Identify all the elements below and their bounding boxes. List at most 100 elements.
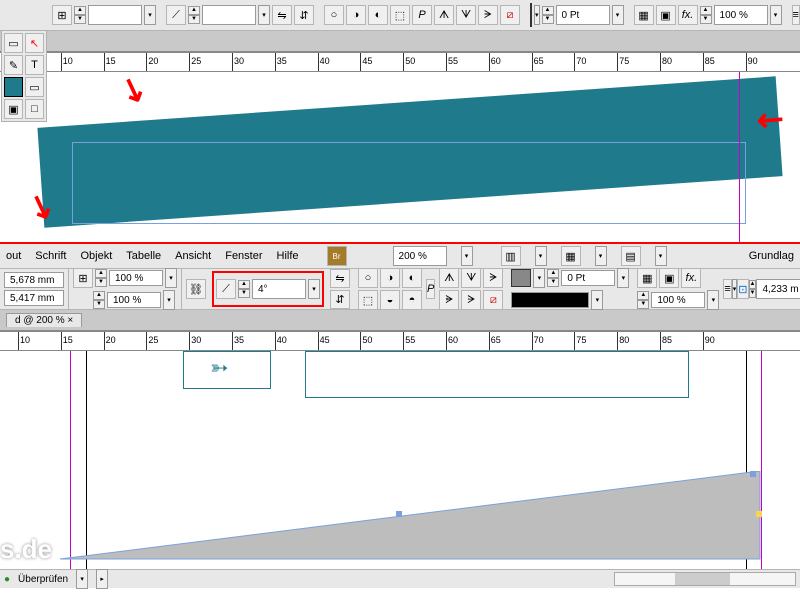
flip-h-icon[interactable]: ⇋ <box>272 5 292 25</box>
arrange-b-3[interactable]: ᗒ <box>483 268 503 288</box>
arrange-b-2[interactable]: ᗐ <box>461 268 481 288</box>
x-field[interactable] <box>88 5 142 25</box>
chain-icon[interactable]: ⛓ <box>186 279 206 299</box>
type-tool-icon[interactable]: T <box>25 55 44 75</box>
effects-icon-1[interactable]: ▦ <box>634 5 654 25</box>
menu-fenster[interactable]: Fenster <box>225 250 262 262</box>
arrange-icon-3[interactable]: ᗒ <box>478 5 498 25</box>
arrange-docs-icon[interactable]: ▦ <box>561 246 581 266</box>
menu-hilfe[interactable]: Hilfe <box>277 250 299 262</box>
ref-point-icon[interactable]: ⊞ <box>52 5 72 25</box>
opacity-field[interactable] <box>714 5 768 25</box>
stroke-style-field[interactable] <box>511 292 589 308</box>
fx-b-2[interactable]: ▣ <box>659 268 679 288</box>
wrap-b-4[interactable]: ⬚ <box>358 290 378 310</box>
wrap-b-5[interactable]: ◒ <box>380 290 400 310</box>
flip-h-icon-2[interactable]: ⇋ <box>330 269 350 288</box>
stroke-stepper-2[interactable]: ▲▼ <box>547 269 559 287</box>
scale-v-dd[interactable]: ▾ <box>163 290 175 310</box>
menu-objekt[interactable]: Objekt <box>80 250 112 262</box>
container-mode-icon[interactable]: ▣ <box>4 99 23 119</box>
swatch-tool-2[interactable]: ▭ <box>25 77 44 97</box>
arrange-icon-1[interactable]: ᗑ <box>434 5 454 25</box>
horizontal-scrollbar[interactable] <box>614 572 796 586</box>
opacity-dropdown[interactable]: ▾ <box>770 5 782 25</box>
text-frame-icon[interactable]: P <box>412 5 432 25</box>
arrange-b-1[interactable]: ᗑ <box>439 268 459 288</box>
document-tab[interactable]: d @ 200 % × <box>6 313 82 327</box>
fx-icon[interactable]: fx. <box>678 5 698 25</box>
text-frame-outline[interactable] <box>72 142 746 224</box>
no-fill-icon-2[interactable]: ⧄ <box>483 290 503 310</box>
stroke-stepper[interactable]: ▲▼ <box>542 6 554 24</box>
fill-dd-2[interactable]: ▾ <box>533 268 545 288</box>
scale-h-dd[interactable]: ▾ <box>165 268 177 288</box>
opacity-field-2[interactable] <box>651 292 705 308</box>
preflight-label[interactable]: Überprüfen <box>18 574 68 585</box>
opacity-dd-2[interactable]: ▾ <box>707 290 719 310</box>
stroke-dd-2[interactable]: ▾ <box>617 268 629 288</box>
zoom-dropdown[interactable]: ▾ <box>461 246 473 266</box>
page-nav-dropdown[interactable]: ▸ <box>96 569 108 589</box>
x-dropdown[interactable]: ▾ <box>144 5 156 25</box>
stroke-style-icon[interactable]: ≡ <box>792 5 800 25</box>
fill-swatch-2[interactable] <box>511 269 531 287</box>
wrap-icon-1[interactable]: ○ <box>324 5 344 25</box>
wrap-b-1[interactable]: ○ <box>358 268 378 288</box>
fx-b-3[interactable]: fx. <box>681 268 701 288</box>
menu-schrift[interactable]: Schrift <box>35 250 66 262</box>
rotation-field[interactable] <box>202 5 256 25</box>
flip-v-icon[interactable]: ⇵ <box>294 5 314 25</box>
rotation-stepper[interactable]: ▲▼ <box>188 6 200 24</box>
scale-h-field[interactable] <box>109 270 163 286</box>
screen-mode-dd[interactable]: ▾ <box>535 246 547 266</box>
w-stepper-2[interactable]: ▲▼ <box>749 280 757 298</box>
content-mode-icon[interactable]: □ <box>25 99 44 119</box>
arrange-b-5[interactable]: ᗔ <box>461 290 481 310</box>
x-stepper[interactable]: ▲▼ <box>74 6 86 24</box>
screen-mode-icon[interactable]: ▥ <box>501 246 521 266</box>
align-icon[interactable]: ≡ <box>723 279 731 299</box>
grey-wedge-shape[interactable] <box>60 471 780 569</box>
menu-tabelle[interactable]: Tabelle <box>126 250 161 262</box>
frame-fit-icon-2[interactable]: ⊡ <box>737 279 748 299</box>
wrap-b-6[interactable]: ◓ <box>402 290 422 310</box>
menu-ansicht[interactable]: Ansicht <box>175 250 211 262</box>
flip-v-icon-2[interactable]: ⇵ <box>330 290 350 309</box>
fill-dropdown[interactable]: ▾ <box>534 5 540 25</box>
stroke-field-2[interactable] <box>561 270 615 286</box>
arrange-b-4[interactable]: ᗓ <box>439 290 459 310</box>
selection-tool-icon[interactable]: ▭ <box>4 33 23 53</box>
fill-swatch[interactable] <box>530 3 532 27</box>
canvas-top[interactable]: ↘ ↘ ↘ <box>0 72 800 242</box>
no-fill-icon[interactable]: ⧄ <box>500 5 520 25</box>
pen-tool-icon[interactable]: ✎ <box>4 55 23 75</box>
stroke-field[interactable] <box>556 5 610 25</box>
wrap-icon-4[interactable]: ⬚ <box>390 5 410 25</box>
w-field-2[interactable] <box>756 279 800 299</box>
arrange-docs-dd[interactable]: ▾ <box>595 246 607 266</box>
scale-v-stepper[interactable]: ▲▼ <box>93 291 105 309</box>
opacity-stepper[interactable]: ▲▼ <box>700 6 712 24</box>
coord-y-field[interactable] <box>4 290 64 306</box>
wrap-b-3[interactable]: ◐ <box>402 268 422 288</box>
scale-v-field[interactable] <box>107 292 161 308</box>
bridge-icon[interactable]: Br <box>327 246 347 266</box>
effects-icon-2[interactable]: ▣ <box>656 5 676 25</box>
scale-lock-icon[interactable]: ⊞ <box>73 268 93 288</box>
arrange-icon-2[interactable]: ᗐ <box>456 5 476 25</box>
menu-layout[interactable]: out <box>6 250 21 262</box>
p-icon-2[interactable]: P <box>426 279 435 299</box>
workspace-dd[interactable]: ▾ <box>655 246 667 266</box>
wrap-icon-2[interactable]: ◑ <box>346 5 366 25</box>
stroke-dropdown[interactable]: ▾ <box>612 5 624 25</box>
preflight-dropdown[interactable]: ▾ <box>76 569 88 589</box>
wrap-b-2[interactable]: ◑ <box>380 268 400 288</box>
direct-select-tool-icon[interactable]: ↖ <box>25 33 44 53</box>
rotation-field-2[interactable] <box>252 279 306 299</box>
canvas-bottom[interactable]: ➳ s.de <box>0 351 800 569</box>
workspace-icon[interactable]: ▤ <box>621 246 641 266</box>
frame-2[interactable] <box>305 351 689 398</box>
rotation-dropdown[interactable]: ▾ <box>258 5 270 25</box>
opacity-stepper-2[interactable]: ▲▼ <box>637 291 649 309</box>
